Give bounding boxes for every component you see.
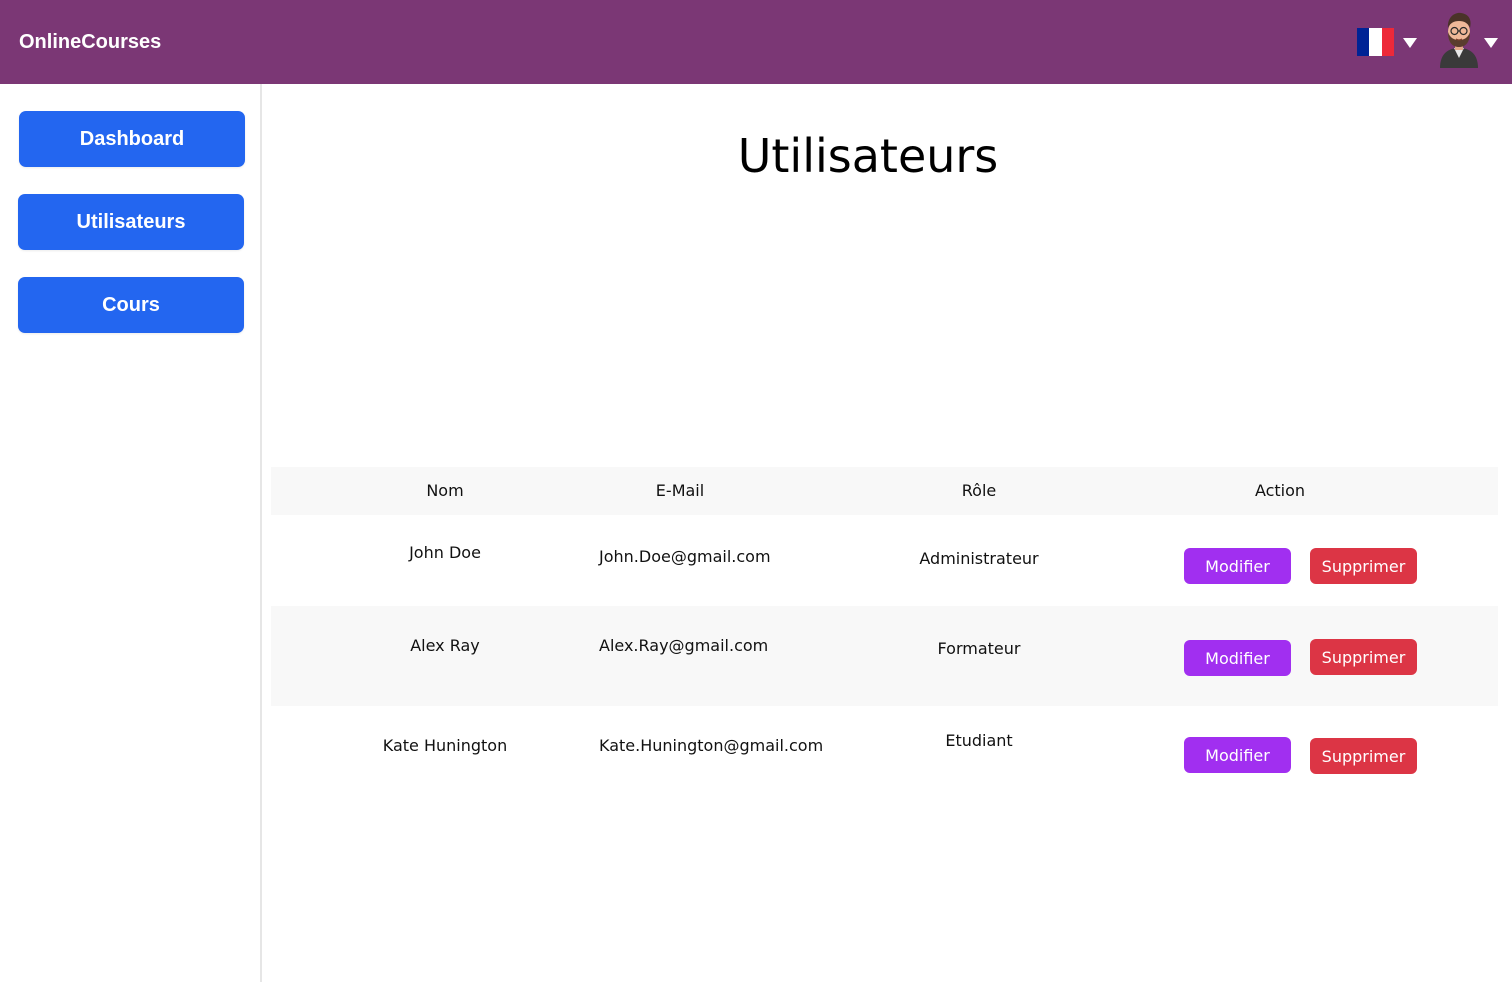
language-chevron-down-icon[interactable] <box>1403 38 1417 48</box>
sidebar-item-utilisateurs[interactable]: Utilisateurs <box>18 194 244 250</box>
edit-button[interactable]: Modifier <box>1184 737 1291 773</box>
sidebar-item-dashboard[interactable]: Dashboard <box>19 111 245 167</box>
edit-button[interactable]: Modifier <box>1184 640 1291 676</box>
column-header-nom: Nom <box>426 481 464 500</box>
user-name: John Doe <box>409 543 481 562</box>
user-role: Administrateur <box>919 549 1039 568</box>
delete-button[interactable]: Supprimer <box>1310 639 1417 675</box>
user-email: Alex.Ray@gmail.com <box>599 636 769 655</box>
edit-button[interactable]: Modifier <box>1184 548 1291 584</box>
user-avatar-icon[interactable] <box>1434 8 1484 68</box>
sidebar: Dashboard Utilisateurs Cours <box>0 84 262 982</box>
delete-button[interactable]: Supprimer <box>1310 548 1417 584</box>
sidebar-item-cours[interactable]: Cours <box>18 277 244 333</box>
column-header-role: Rôle <box>961 481 997 500</box>
delete-button[interactable]: Supprimer <box>1310 738 1417 774</box>
user-name: Alex Ray <box>410 636 480 655</box>
user-role: Formateur <box>937 639 1021 658</box>
app-brand[interactable]: OnlineCourses <box>19 30 161 54</box>
user-name: Kate Hunington <box>382 736 508 755</box>
account-chevron-down-icon[interactable] <box>1484 38 1498 48</box>
user-email: Kate.Hunington@gmail.com <box>599 736 824 755</box>
user-role: Etudiant <box>945 731 1013 750</box>
page-title: Utilisateurs <box>737 129 999 183</box>
france-flag-icon[interactable] <box>1357 28 1394 56</box>
top-bar: OnlineCourses <box>0 0 1512 84</box>
column-header-action: Action <box>1254 481 1306 500</box>
user-email: John.Doe@gmail.com <box>599 547 771 566</box>
column-header-email: E-Mail <box>655 481 705 500</box>
